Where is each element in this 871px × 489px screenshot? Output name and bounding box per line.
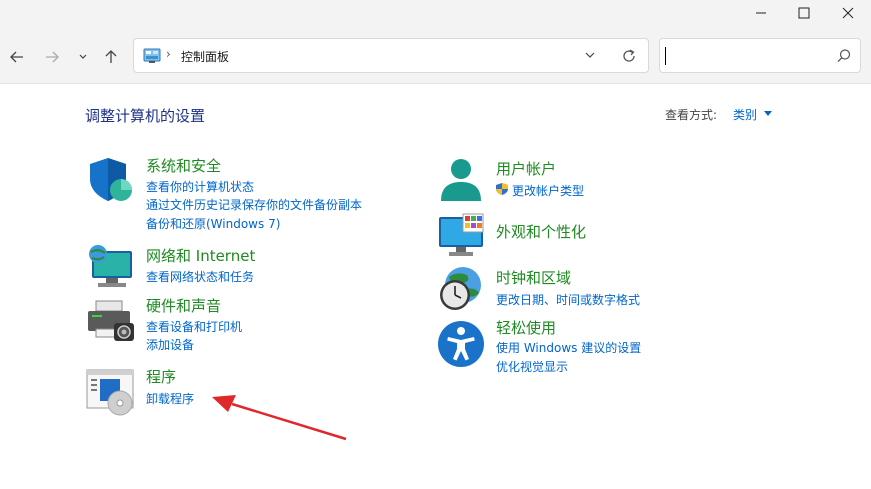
monitor-palette-icon[interactable]: [437, 212, 487, 262]
link-file-history[interactable]: 通过文件历史记录保存你的文件备份副本: [146, 196, 362, 213]
address-bar[interactable]: › 控制面板: [133, 38, 649, 73]
chevron-down-icon: [79, 54, 87, 59]
link-optimize-visual-display[interactable]: 优化视觉显示: [496, 358, 568, 375]
close-button[interactable]: [825, 0, 871, 26]
programs-icon[interactable]: [86, 367, 136, 417]
search-box[interactable]: [659, 38, 861, 73]
category-title-hardware-sound[interactable]: 硬件和声音: [146, 295, 221, 316]
link-change-account-type[interactable]: 更改帐户类型: [512, 182, 584, 199]
link-view-computer-status[interactable]: 查看你的计算机状态: [146, 178, 254, 195]
accessibility-icon[interactable]: [437, 320, 487, 370]
breadcrumb-control-panel[interactable]: 控制面板: [181, 48, 229, 65]
search-icon[interactable]: [836, 48, 852, 64]
text-caret: [665, 47, 666, 65]
category-title-clock-region[interactable]: 时钟和区域: [496, 267, 571, 288]
link-uninstall-program[interactable]: 卸载程序: [146, 390, 194, 407]
network-globe-icon[interactable]: [86, 243, 136, 293]
arrow-right-icon: [46, 51, 59, 63]
back-button[interactable]: [4, 44, 30, 70]
chevron-down-icon[interactable]: [584, 49, 596, 61]
category-title-system-security[interactable]: 系统和安全: [146, 155, 221, 176]
arrow-up-icon: [105, 50, 117, 63]
link-backup-restore[interactable]: 备份和还原(Windows 7): [146, 215, 280, 232]
page-title: 调整计算机的设置: [85, 107, 206, 125]
maximize-button[interactable]: [781, 0, 827, 26]
refresh-icon[interactable]: [621, 48, 637, 64]
link-view-network-status[interactable]: 查看网络状态和任务: [146, 268, 254, 285]
control-panel-icon: [143, 48, 161, 63]
printer-icon[interactable]: [86, 295, 136, 345]
shield-icon[interactable]: [86, 155, 136, 205]
close-icon: [842, 7, 854, 19]
view-by-label: 查看方式:: [665, 108, 718, 122]
up-button[interactable]: [98, 44, 124, 70]
recent-locations-button[interactable]: [70, 44, 96, 70]
minimize-icon: [756, 12, 766, 14]
title-bar: [0, 0, 871, 28]
link-view-devices-printers[interactable]: 查看设备和打印机: [146, 318, 242, 335]
view-by-dropdown[interactable]: 类别: [733, 106, 757, 123]
arrow-left-icon: [10, 51, 23, 63]
uac-shield-icon: [496, 183, 508, 195]
category-title-ease-of-access[interactable]: 轻松使用: [496, 317, 556, 338]
clock-globe-icon[interactable]: [437, 265, 487, 315]
navigation-bar: › 控制面板: [0, 28, 871, 84]
maximize-icon: [798, 7, 810, 19]
minimize-button[interactable]: [738, 0, 784, 26]
link-change-date-time-format[interactable]: 更改日期、时间或数字格式: [496, 291, 640, 308]
category-title-appearance[interactable]: 外观和个性化: [496, 221, 586, 242]
forward-button[interactable]: [39, 44, 65, 70]
category-title-user-accounts[interactable]: 用户帐户: [496, 158, 556, 179]
breadcrumb-separator: ›: [166, 47, 171, 61]
link-recommended-settings[interactable]: 使用 Windows 建议的设置: [496, 339, 641, 356]
category-title-network-internet[interactable]: 网络和 Internet: [146, 245, 255, 266]
category-title-programs[interactable]: 程序: [146, 366, 176, 387]
user-icon[interactable]: [437, 157, 487, 207]
control-panel-content: 调整计算机的设置 查看方式: 类别 系统和安全 查看你的计算机状态 通过文件历史…: [0, 85, 871, 489]
caret-down-icon[interactable]: [764, 111, 772, 117]
link-add-device[interactable]: 添加设备: [146, 336, 194, 353]
